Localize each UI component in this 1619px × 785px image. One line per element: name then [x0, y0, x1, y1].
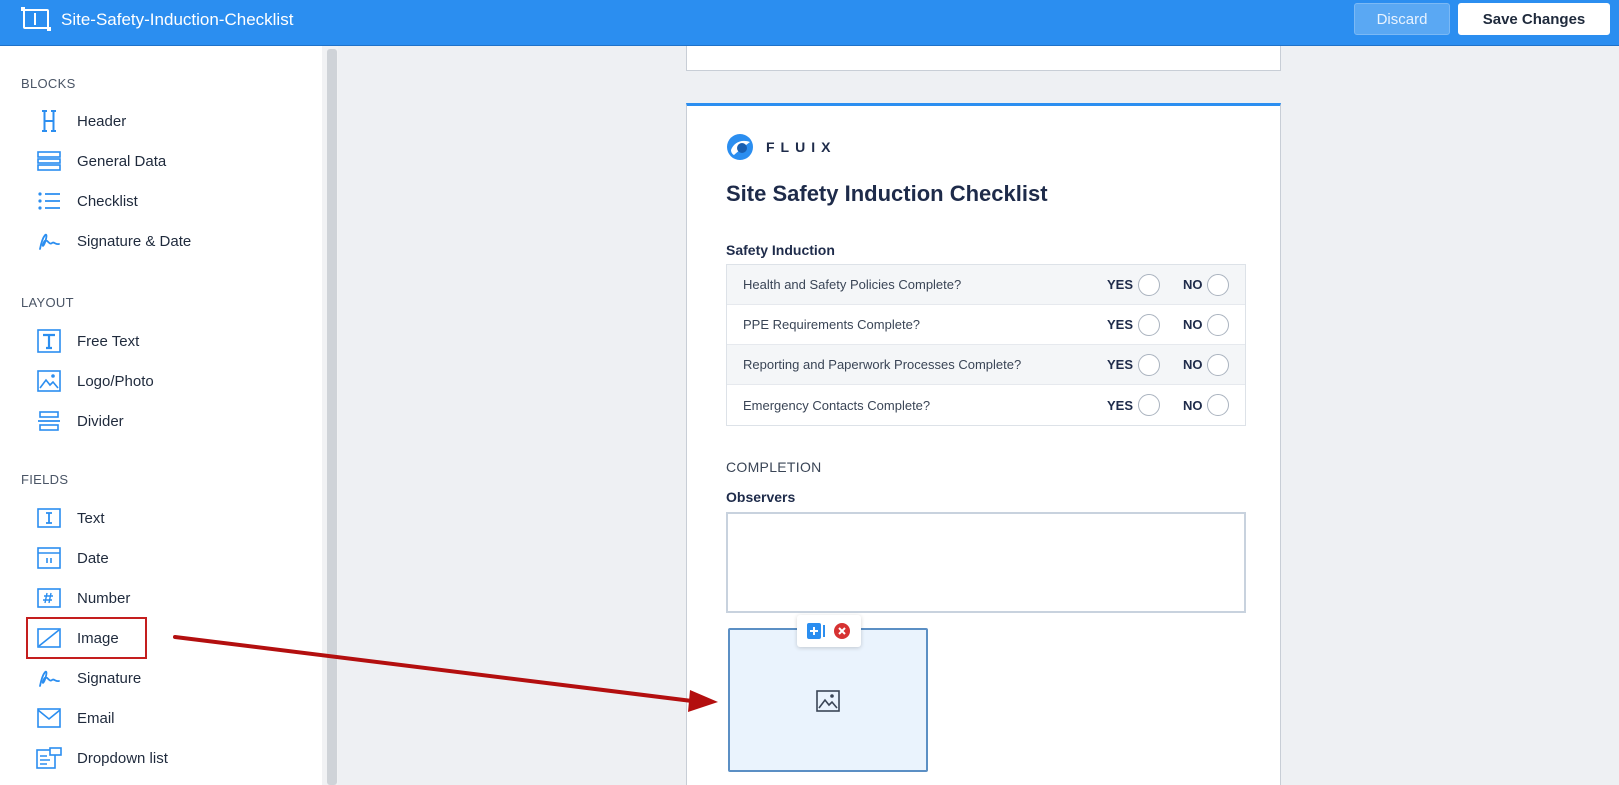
image-field-placeholder[interactable] — [728, 628, 928, 772]
document-title: Site-Safety-Induction-Checklist — [61, 10, 294, 29]
yes-radio[interactable] — [1138, 353, 1160, 376]
checklist-icon — [36, 188, 62, 214]
photo-icon — [36, 368, 62, 394]
no-label: NO — [1183, 317, 1203, 332]
image-field-toolbar — [797, 615, 861, 647]
signature-icon — [36, 665, 62, 691]
form-title[interactable]: Site Safety Induction Checklist — [726, 181, 1048, 207]
fluix-logo-icon — [726, 133, 754, 161]
header-icon — [36, 108, 62, 134]
yes-radio[interactable] — [1138, 313, 1160, 336]
free-text-icon — [36, 328, 62, 354]
text-field-app-icon — [21, 7, 51, 31]
sidebar-item-label: Email — [77, 709, 115, 727]
signature-icon — [36, 228, 62, 254]
add-field-button[interactable] — [806, 622, 826, 640]
dropdown-list-icon — [36, 745, 62, 771]
calendar-icon — [36, 545, 62, 571]
top-bar: Site-Safety-Induction-Checklist Discard … — [0, 0, 1619, 46]
sidebar-item-date[interactable]: Date — [36, 543, 296, 573]
yes-radio[interactable] — [1138, 273, 1160, 296]
sidebar-item-free-text[interactable]: Free Text — [36, 326, 296, 356]
completion-section-title[interactable]: COMPLETION — [726, 459, 822, 475]
yes-label: YES — [1107, 317, 1134, 332]
sidebar-item-label: Dropdown list — [77, 749, 168, 767]
yes-label: YES — [1107, 277, 1134, 292]
checklist-question: Health and Safety Policies Complete? — [743, 277, 962, 292]
checklist-row: PPE Requirements Complete? YES NO — [727, 305, 1245, 345]
sidebar-item-signature-date[interactable]: Signature & Date — [36, 226, 296, 256]
sidebar-item-signature[interactable]: Signature — [36, 663, 296, 693]
sidebar-item-label: Logo/Photo — [77, 372, 154, 390]
no-radio[interactable] — [1207, 273, 1229, 296]
envelope-icon — [36, 705, 62, 731]
image-placeholder-icon — [816, 690, 840, 717]
save-changes-button[interactable]: Save Changes — [1458, 3, 1610, 35]
sidebar-item-label: Date — [77, 549, 109, 567]
section-title-fields: FIELDS — [21, 472, 69, 487]
sidebar-item-checklist[interactable]: Checklist — [36, 186, 296, 216]
no-radio[interactable] — [1207, 394, 1229, 416]
discard-button[interactable]: Discard — [1354, 3, 1450, 35]
sidebar-item-email[interactable]: Email — [36, 703, 296, 733]
checklist-row: Emergency Contacts Complete? YES NO — [727, 385, 1245, 425]
sidebar-item-label: Header — [77, 112, 127, 130]
section-title-layout: LAYOUT — [21, 295, 74, 310]
no-radio[interactable] — [1207, 353, 1229, 376]
sidebar-item-label: Text — [77, 509, 105, 527]
form-page: FLUIX Site Safety Induction Checklist Sa… — [686, 103, 1281, 785]
yes-label: YES — [1107, 397, 1134, 413]
sidebar-scrollbar[interactable] — [327, 49, 337, 785]
sidebar-item-label: Checklist — [77, 192, 138, 210]
brand-name: FLUIX — [766, 139, 837, 155]
checklist-question: Reporting and Paperwork Processes Comple… — [743, 357, 1022, 372]
sidebar-item-text[interactable]: Text — [36, 503, 296, 533]
section-title-blocks: BLOCKS — [21, 76, 76, 91]
observers-input[interactable] — [726, 512, 1246, 613]
checklist-question: PPE Requirements Complete? — [743, 317, 921, 332]
checklist-question: Emergency Contacts Complete? — [743, 397, 931, 413]
sidebar-item-logo-photo[interactable]: Logo/Photo — [36, 366, 296, 396]
previous-page-section — [686, 46, 1281, 71]
sidebar-item-label: Signature & Date — [77, 232, 192, 250]
divider-icon — [36, 408, 62, 434]
sidebar-item-number[interactable]: Number — [36, 583, 296, 613]
text-field-icon — [36, 505, 62, 531]
sidebar-item-general-data[interactable]: General Data — [36, 146, 296, 176]
image-item-highlight — [26, 617, 147, 659]
yes-label: YES — [1107, 357, 1134, 372]
delete-field-button[interactable] — [832, 622, 852, 640]
fluix-logo: FLUIX — [726, 133, 836, 161]
no-radio[interactable] — [1207, 313, 1229, 336]
checklist-section-label[interactable]: Safety Induction — [726, 242, 835, 258]
sidebar-item-label: Free Text — [77, 332, 140, 350]
sidebar-item-label: Signature — [77, 669, 142, 687]
sidebar-item-dropdown-list[interactable]: Dropdown list — [36, 743, 296, 773]
general-data-icon — [36, 148, 62, 174]
sidebar-item-header[interactable]: Header — [36, 106, 296, 136]
checklist-row: Reporting and Paperwork Processes Comple… — [727, 345, 1245, 385]
no-label: NO — [1183, 277, 1203, 292]
checklist-row: Health and Safety Policies Complete? YES… — [727, 265, 1245, 305]
sidebar-item-label: General Data — [77, 152, 167, 170]
sidebar-item-divider[interactable]: Divider — [36, 406, 296, 436]
yes-radio[interactable] — [1138, 394, 1160, 416]
sidebar-item-label: Number — [77, 589, 131, 607]
no-label: NO — [1183, 397, 1203, 413]
checklist-block[interactable]: Health and Safety Policies Complete? YES… — [726, 264, 1246, 426]
no-label: NO — [1183, 357, 1203, 372]
observers-label: Observers — [726, 489, 796, 505]
hash-icon — [36, 585, 62, 611]
sidebar-item-label: Divider — [77, 412, 124, 430]
